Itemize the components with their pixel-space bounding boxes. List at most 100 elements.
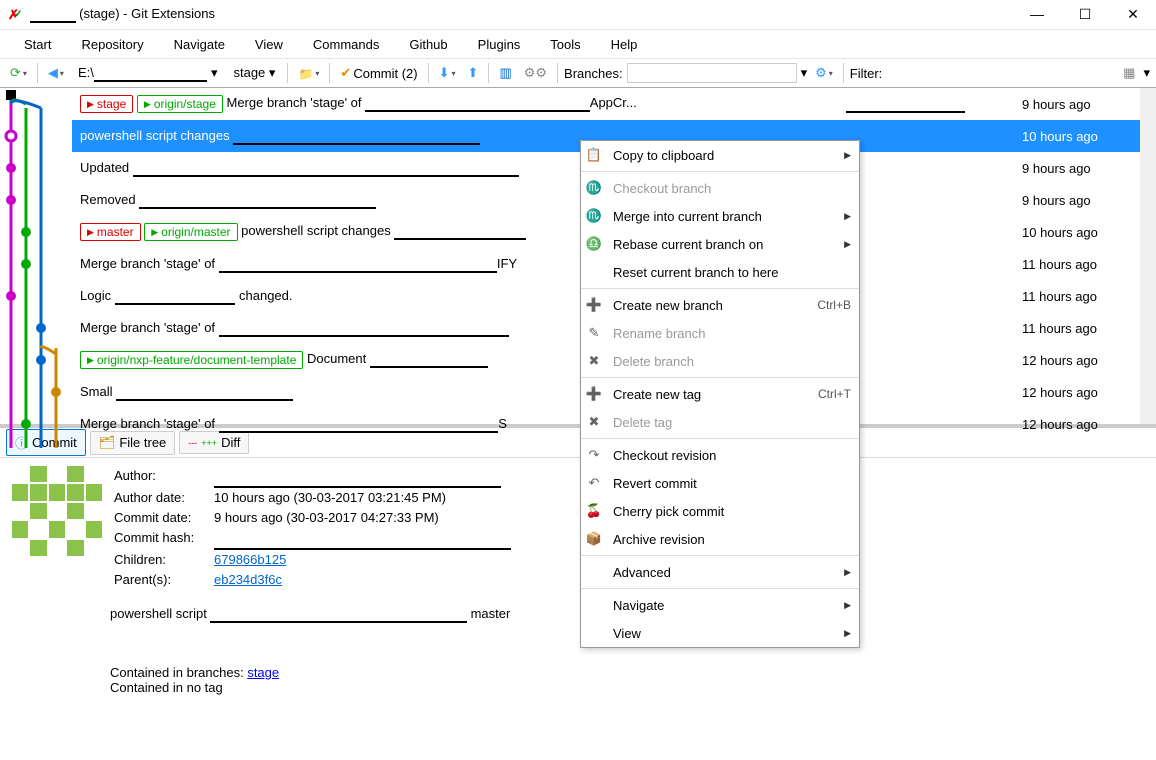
context-menu-item[interactable]: 🍒 Cherry pick commit [581, 497, 859, 525]
pull-button[interactable]: ▾ [435, 63, 460, 83]
commit-author-cell [846, 385, 1016, 400]
commit-message-cell: ▶stage ▶origin/stage Merge branch 'stage… [80, 95, 840, 114]
menu-view[interactable]: View [241, 33, 297, 56]
context-menu-item[interactable]: 📦 Archive revision [581, 525, 859, 553]
menu-item-label: Delete branch [613, 354, 851, 369]
graph-column [0, 88, 72, 424]
path-crumb[interactable]: E:\Appify_Codebase\b ▾ [72, 63, 224, 84]
author-link[interactable]: Ranadheer Khyatam <ranadheerk@techxxxxxx… [214, 468, 501, 483]
ref-tag[interactable]: ▶origin/nxp-feature/document-template [80, 351, 303, 369]
folder-icon [298, 66, 313, 81]
grid-icon [1123, 65, 1135, 81]
menu-repository[interactable]: Repository [67, 33, 157, 56]
context-menu-item[interactable]: Navigate ▶ [581, 591, 859, 619]
commit-author-cell [846, 129, 1016, 144]
commit-time-cell: 11 hours ago [1022, 289, 1132, 304]
context-menu-item[interactable]: ↶ Revert commit [581, 469, 859, 497]
push-button[interactable] [464, 63, 483, 83]
title-bar: xxxxxxy (stage) - Git Extensions — ☐ ✕ [0, 0, 1156, 30]
menu-item-icon: ♏ [585, 208, 603, 224]
menu-item-label: Cherry pick commit [613, 504, 851, 519]
ref-tag[interactable]: ▶origin/master [144, 223, 237, 241]
refresh-icon [10, 65, 21, 81]
context-menu-item[interactable]: ♎ Rebase current branch on ▶ [581, 230, 859, 258]
context-menu-item[interactable]: ♏ Merge into current branch ▶ [581, 202, 859, 230]
commit-author-cell [846, 161, 1016, 176]
context-menu-item: ✎ Rename branch [581, 319, 859, 347]
context-menu-item: ✖ Delete tag [581, 408, 859, 436]
maximize-button[interactable]: ☐ [1070, 6, 1100, 23]
contained-branch-link[interactable]: stage [247, 665, 279, 680]
ref-tag[interactable]: ▶master [80, 223, 141, 241]
author-date: 10 hours ago (30-03-2017 03:21:45 PM) [214, 490, 446, 505]
commit-time-cell: 12 hours ago [1022, 385, 1132, 400]
menu-item-icon: 📦 [585, 531, 603, 547]
menu-item-label: Reset current branch to here [613, 265, 851, 280]
more-dropdown[interactable]: ▾ [1143, 65, 1150, 81]
menu-item-label: Copy to clipboard [613, 148, 834, 163]
menu-start[interactable]: Start [10, 33, 65, 56]
menu-commands[interactable]: Commands [299, 33, 393, 56]
menu-item-label: Revert commit [613, 476, 851, 491]
branches-combo[interactable] [627, 63, 797, 83]
gear-button[interactable]: ▾ [811, 63, 837, 83]
commit-time-cell: 12 hours ago [1022, 417, 1132, 432]
back-button[interactable]: ▾ [44, 63, 68, 83]
parents-link[interactable]: eb234d3f6c [214, 572, 282, 587]
toolbar: ▾ ▾ E:\Appify_Codebase\b ▾ stage ▾ ▾ Com… [0, 58, 1156, 88]
commit-time-cell: 10 hours ago [1022, 129, 1132, 144]
menu-item-icon: ✎ [585, 325, 603, 341]
menu-tools[interactable]: Tools [536, 33, 594, 56]
context-menu-item[interactable]: Advanced ▶ [581, 558, 859, 586]
submenu-arrow-icon: ▶ [844, 239, 851, 250]
commit-time-cell: 9 hours ago [1022, 193, 1132, 208]
branch-crumb[interactable]: stage ▾ [227, 63, 281, 83]
commit-date: 9 hours ago (30-03-2017 04:27:33 PM) [214, 510, 439, 525]
menu-item-icon: ♏ [585, 180, 603, 196]
grid-button[interactable] [1119, 63, 1139, 83]
menu-item-icon: ➕ [585, 386, 603, 402]
submenu-arrow-icon: ▶ [844, 628, 851, 639]
commit-row[interactable]: ▶stage ▶origin/stage Merge branch 'stage… [72, 88, 1140, 120]
close-button[interactable]: ✕ [1118, 6, 1148, 23]
commit-time-cell: 9 hours ago [1022, 161, 1132, 176]
menu-help[interactable]: Help [597, 33, 652, 56]
menu-item-label: Rename branch [613, 326, 851, 341]
gear-icon [815, 65, 827, 81]
menu-item-label: Advanced [613, 565, 834, 580]
scrollbar[interactable] [1140, 88, 1156, 424]
settings-button[interactable]: ⚙⚙ [520, 63, 551, 83]
context-menu-item[interactable]: ➕ Create new branch Ctrl+B [581, 291, 859, 319]
contained-in: Contained in branches: stage Contained i… [0, 657, 1156, 699]
menu-item-label: Create new branch [613, 298, 807, 313]
context-menu-item[interactable]: 📋 Copy to clipboard ▶ [581, 141, 859, 169]
menu-item-shortcut: Ctrl+T [818, 387, 851, 401]
children-link[interactable]: 679866b125 [214, 552, 286, 567]
refresh-button[interactable]: ▾ [6, 63, 31, 83]
commit-author-cell [846, 225, 1016, 240]
menu-item-icon: ➕ [585, 297, 603, 313]
menu-navigate[interactable]: Navigate [160, 33, 239, 56]
ref-tag[interactable]: ▶origin/stage [137, 95, 223, 113]
menu-plugins[interactable]: Plugins [464, 33, 535, 56]
context-menu-item[interactable]: ➕ Create new tag Ctrl+T [581, 380, 859, 408]
menu-item-label: Delete tag [613, 415, 851, 430]
menu-item-label: Checkout branch [613, 181, 851, 196]
branches-label: Branches: [564, 66, 623, 81]
submenu-arrow-icon: ▶ [844, 600, 851, 611]
menu-item-label: Rebase current branch on [613, 237, 834, 252]
back-icon [48, 65, 58, 81]
context-menu-item[interactable]: Reset current branch to here [581, 258, 859, 286]
layout-button[interactable] [495, 63, 515, 83]
context-menu-item[interactable]: View ▶ [581, 619, 859, 647]
stash-button[interactable]: ▾ [294, 64, 323, 83]
commit-button[interactable]: Commit (2) [336, 63, 421, 83]
menu-github[interactable]: Github [395, 33, 461, 56]
minimize-button[interactable]: — [1022, 6, 1052, 23]
context-menu-item[interactable]: ↷ Checkout revision [581, 441, 859, 469]
ref-tag[interactable]: ▶stage [80, 95, 133, 113]
commit-graph-svg [0, 88, 72, 448]
menu-item-icon: ✖ [585, 414, 603, 430]
menu-item-label: View [613, 626, 834, 641]
menu-item-shortcut: Ctrl+B [817, 298, 851, 312]
